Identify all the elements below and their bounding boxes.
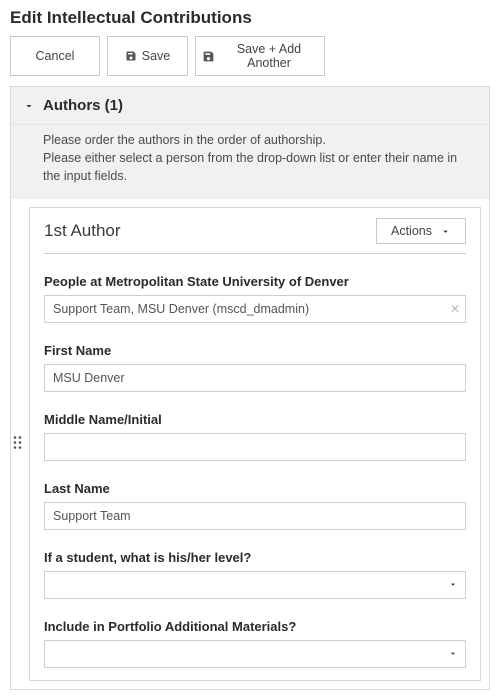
save-add-another-button[interactable]: + Save + Add Another: [195, 36, 325, 76]
author-card-title: 1st Author: [44, 221, 121, 241]
save-button[interactable]: Save: [107, 36, 188, 76]
actions-label: Actions: [391, 224, 432, 238]
field-last-name: Last Name: [44, 481, 466, 530]
people-label: People at Metropolitan State University …: [44, 274, 466, 289]
field-student-level: If a student, what is his/her level?: [44, 550, 466, 599]
save-add-icon: +: [202, 50, 215, 63]
drag-handle-icon[interactable]: [11, 436, 25, 453]
field-people: People at Metropolitan State University …: [44, 274, 466, 323]
middle-name-label: Middle Name/Initial: [44, 412, 466, 427]
author-card-wrap: 1st Author Actions People at Metropolita…: [11, 199, 489, 689]
authors-accordion-header[interactable]: Authors (1): [11, 87, 489, 125]
field-first-name: First Name: [44, 343, 466, 392]
clear-icon[interactable]: ✕: [450, 302, 460, 316]
people-lookup-input[interactable]: [44, 295, 466, 323]
svg-text:+: +: [211, 58, 214, 63]
author-card-header: 1st Author Actions: [44, 218, 466, 254]
chevron-down-icon: [23, 100, 35, 112]
instruction-line: Please either select a person from the d…: [43, 149, 475, 185]
author-card: 1st Author Actions People at Metropolita…: [29, 207, 481, 681]
author-actions-button[interactable]: Actions: [376, 218, 466, 244]
last-name-label: Last Name: [44, 481, 466, 496]
student-level-select[interactable]: [44, 571, 466, 599]
save-add-label: Save + Add Another: [220, 42, 318, 70]
chevron-down-icon: [440, 226, 451, 237]
middle-name-input[interactable]: [44, 433, 466, 461]
first-name-input[interactable]: [44, 364, 466, 392]
first-name-label: First Name: [44, 343, 466, 358]
save-label: Save: [142, 49, 171, 63]
cancel-label: Cancel: [36, 49, 75, 63]
field-middle-name: Middle Name/Initial: [44, 412, 466, 461]
field-portfolio: Include in Portfolio Additional Material…: [44, 619, 466, 668]
authors-accordion: Authors (1) Please order the authors in …: [10, 86, 490, 690]
toolbar: Cancel Save + Save + Add Another: [0, 36, 500, 86]
authors-title: Authors (1): [43, 97, 123, 114]
portfolio-label: Include in Portfolio Additional Material…: [44, 619, 466, 634]
page-title: Edit Intellectual Contributions: [0, 0, 500, 36]
student-level-label: If a student, what is his/her level?: [44, 550, 466, 565]
cancel-button[interactable]: Cancel: [10, 36, 100, 76]
last-name-input[interactable]: [44, 502, 466, 530]
portfolio-select[interactable]: [44, 640, 466, 668]
save-icon: [125, 50, 137, 62]
instruction-line: Please order the authors in the order of…: [43, 131, 475, 149]
authors-instructions: Please order the authors in the order of…: [11, 125, 489, 199]
